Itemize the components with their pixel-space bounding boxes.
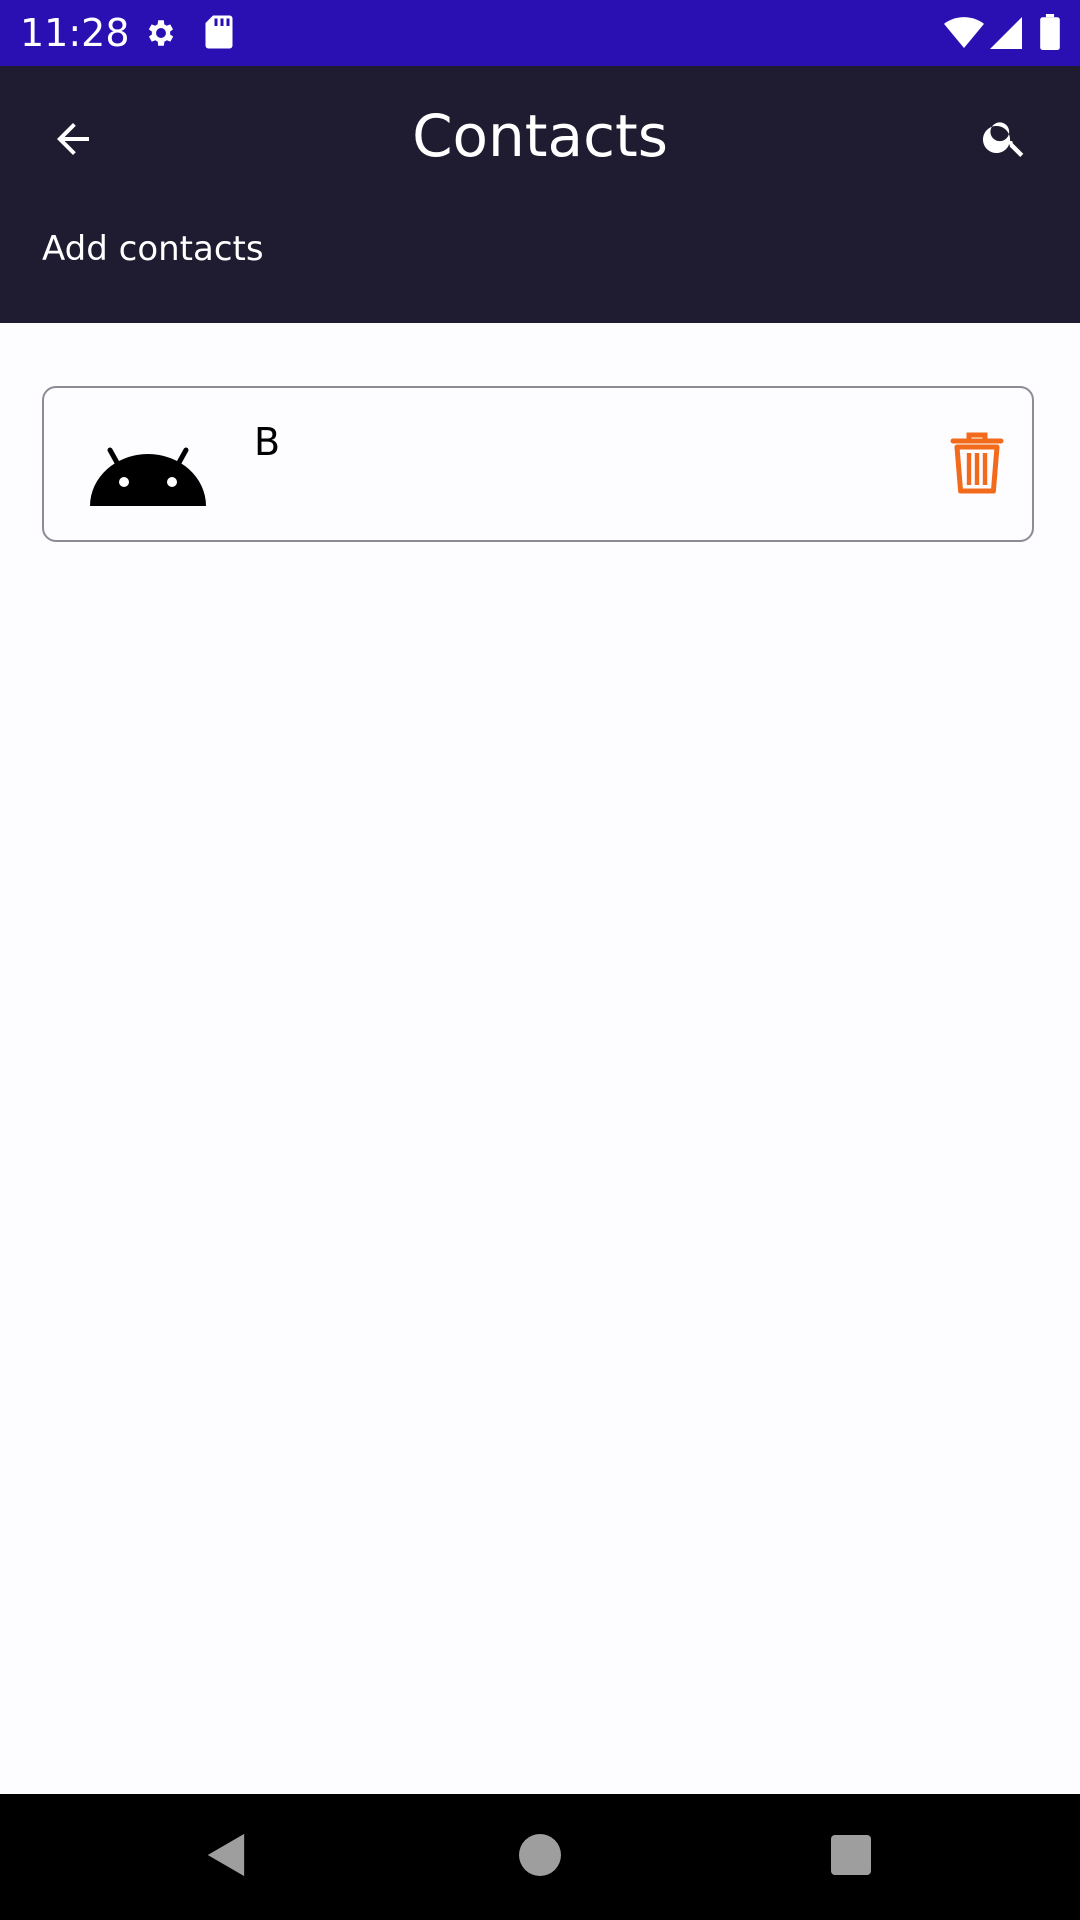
recents-square-icon xyxy=(831,1835,871,1879)
nav-home-button[interactable] xyxy=(507,1824,573,1890)
signal-icon xyxy=(990,16,1022,54)
contact-card[interactable]: B xyxy=(42,386,1034,542)
home-circle-icon xyxy=(519,1834,561,1880)
wifi-icon xyxy=(944,16,984,54)
settings-icon xyxy=(144,16,178,54)
nav-recents-button[interactable] xyxy=(818,1824,884,1890)
search-button[interactable] xyxy=(970,104,1040,174)
delete-contact-button[interactable] xyxy=(944,432,1010,498)
status-time: 11:28 xyxy=(20,11,130,55)
android-icon xyxy=(88,438,208,508)
navigation-bar xyxy=(0,1794,1080,1920)
nav-back-button[interactable] xyxy=(192,1824,258,1890)
back-triangle-icon xyxy=(203,1832,247,1882)
sd-card-icon xyxy=(204,14,234,54)
battery-icon xyxy=(1040,14,1060,54)
contact-name: B xyxy=(254,420,281,464)
app-bar: Contacts Add contacts xyxy=(0,66,1080,323)
page-title: Contacts xyxy=(412,102,668,170)
status-bar: 11:28 xyxy=(0,0,1080,66)
search-icon xyxy=(980,112,1030,166)
trash-icon xyxy=(949,431,1005,499)
add-contacts-link[interactable]: Add contacts xyxy=(42,226,264,272)
